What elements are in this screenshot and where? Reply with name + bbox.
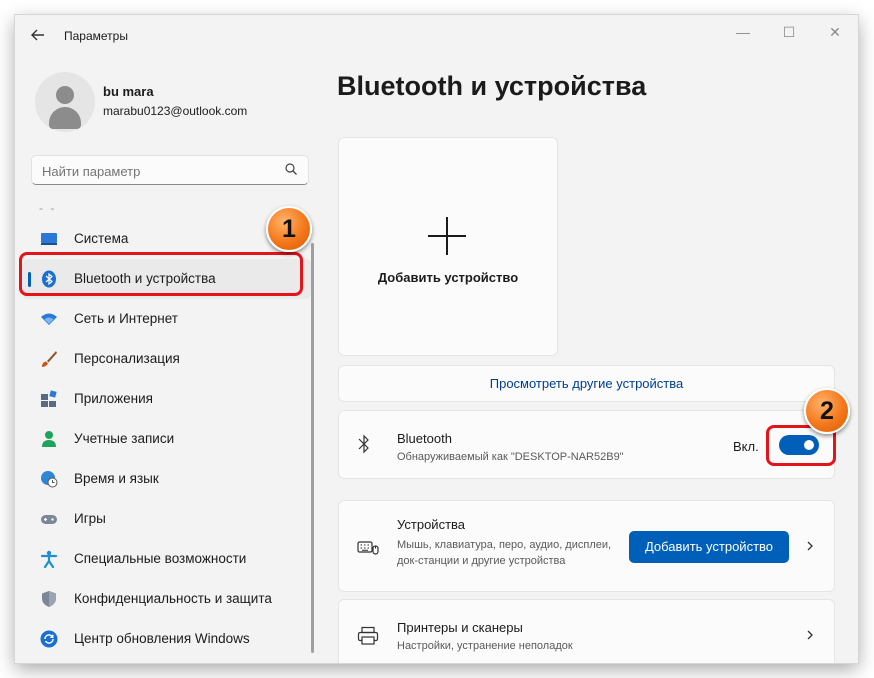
nav-overflow-indicator: - - (39, 201, 57, 215)
shield-icon (42, 591, 56, 607)
accessibility-icon (40, 550, 58, 568)
sidebar-item-label: Специальные возможности (74, 551, 247, 566)
close-button[interactable]: ✕ (812, 19, 858, 45)
sidebar-item-label: Сеть и Интернет (74, 311, 178, 326)
add-device-tile[interactable]: Добавить устройство (338, 137, 558, 356)
arrow-left-icon (31, 29, 44, 41)
step1-badge: 1 (266, 206, 312, 252)
search-box[interactable] (31, 155, 309, 185)
sidebar-item-accounts[interactable]: Учетные записи (23, 419, 311, 459)
maximize-button[interactable]: ☐ (766, 19, 812, 45)
chevron-right-icon[interactable] (805, 630, 815, 640)
sidebar-item-apps[interactable]: Приложения (23, 379, 311, 419)
app-title: Параметры (64, 29, 128, 43)
sidebar-item-label: Игры (74, 511, 106, 526)
sidebar-item-privacy[interactable]: Конфиденциальность и защита (23, 579, 311, 619)
sync-icon (40, 630, 58, 648)
sidebar-item-accessibility[interactable]: Специальные возможности (23, 539, 311, 579)
user-email: marabu0123@outlook.com (103, 104, 248, 118)
sidebar-item-label: Персонализация (74, 351, 180, 366)
printers-title: Принтеры и сканеры (397, 620, 523, 635)
title-bar: Параметры — ☐ ✕ (15, 15, 858, 55)
add-device-button[interactable]: Добавить устройство (629, 531, 789, 563)
printers-card[interactable]: Принтеры и сканеры Настройки, устранение… (338, 599, 835, 663)
chevron-right-icon[interactable] (805, 541, 815, 551)
user-name: bu mara (103, 84, 154, 99)
sidebar-item-personalization[interactable]: Персонализация (23, 339, 311, 379)
devices-title: Устройства (397, 517, 466, 532)
search-icon[interactable] (284, 162, 298, 176)
apps-icon (41, 390, 57, 407)
bluetooth-state-label: Вкл. (733, 439, 759, 454)
globe-clock-icon (41, 471, 58, 488)
sidebar-item-network[interactable]: Сеть и Интернет (23, 299, 311, 339)
search-input[interactable] (40, 160, 280, 182)
settings-window: Параметры — ☐ ✕ bu mara marabu0123@outlo… (15, 15, 858, 663)
sidebar-item-label: Центр обновления Windows (74, 631, 250, 646)
devices-description: Мышь, клавиатура, перо, аудио, дисплеи, … (397, 539, 612, 567)
sidebar-item-windows-update[interactable]: Центр обновления Windows (23, 619, 311, 659)
sidebar-item-label: Конфиденциальность и защита (74, 591, 272, 606)
avatar[interactable] (35, 72, 95, 132)
add-device-tile-label: Добавить устройство (377, 270, 519, 285)
minimize-button[interactable]: — (720, 19, 766, 45)
keyboard-mouse-icon (357, 541, 379, 555)
gamepad-icon (41, 515, 57, 524)
sidebar-item-label: Учетные записи (74, 431, 175, 446)
printers-subtitle: Настройки, устранение неполадок (397, 640, 573, 652)
sidebar-scrollbar[interactable] (311, 243, 314, 653)
step1-highlight (19, 252, 303, 296)
monitor-icon (41, 233, 57, 245)
view-more-devices-card: Просмотреть другие устройства (338, 365, 835, 402)
page-title: Bluetooth и устройства (337, 71, 647, 101)
sidebar-item-label: Система (74, 231, 129, 246)
paintbrush-icon (42, 351, 57, 367)
back-button[interactable] (27, 25, 49, 45)
printer-icon (357, 626, 379, 645)
devices-card[interactable]: Устройства Мышь, клавиатура, перо, аудио… (338, 500, 835, 592)
step2-badge: 2 (804, 388, 850, 434)
sidebar-item-time-language[interactable]: Время и язык (23, 459, 311, 499)
avatar-body (49, 107, 81, 129)
wifi-icon (41, 313, 57, 325)
sidebar-item-gaming[interactable]: Игры (23, 499, 311, 539)
avatar-head (56, 86, 74, 104)
sidebar-item-label: Приложения (74, 391, 153, 406)
sidebar-item-label: Время и язык (74, 471, 159, 486)
plus-icon (428, 217, 466, 255)
person-icon (42, 431, 56, 447)
bluetooth-icon (358, 434, 369, 454)
bluetooth-title: Bluetooth (397, 431, 452, 446)
bluetooth-subtitle: Обнаруживаемый как "DESKTOP-NAR52B9" (397, 451, 624, 463)
view-more-devices-link[interactable]: Просмотреть другие устройства (339, 376, 834, 391)
bluetooth-card: Bluetooth Обнаруживаемый как "DESKTOP-NA… (338, 410, 835, 479)
